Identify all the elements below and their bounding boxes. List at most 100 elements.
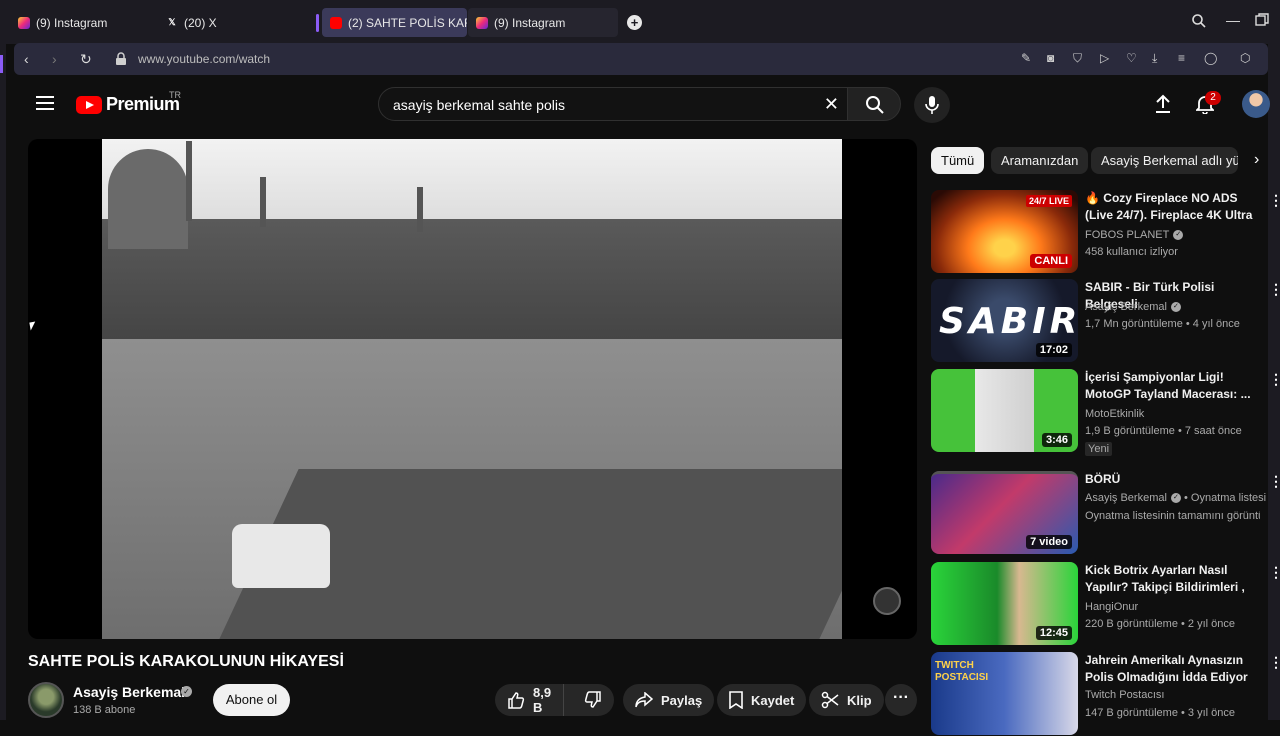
new-tab-button[interactable]: +	[627, 15, 642, 30]
chip-channel-uploads[interactable]: Asayiş Berkemal adlı yük	[1091, 147, 1238, 174]
live-badge: CANLI	[1030, 254, 1072, 268]
bookmark-icon	[729, 691, 743, 709]
clip-button[interactable]: Klip	[809, 684, 884, 716]
youtube-logo[interactable]: Premium	[76, 94, 180, 115]
tab-instagram-1[interactable]: (9) Instagram	[10, 8, 160, 37]
voice-search-button[interactable]	[914, 87, 950, 123]
channel-text: Asayiş Berkemal	[1085, 492, 1167, 504]
search-query[interactable]: asayiş berkemal sahte polis	[393, 97, 565, 113]
download-icon[interactable]: ⤓	[1152, 51, 1166, 65]
shield-icon[interactable]: ⛉	[1073, 51, 1087, 65]
channel-text: Asayiş Berkemal	[1085, 301, 1167, 313]
clear-search-icon[interactable]: ✕	[824, 94, 839, 115]
chevron-right-icon[interactable]: ›	[1254, 151, 1259, 169]
recommendation-title[interactable]: İçerisi Şampiyonlar Ligi! MotoGP Tayland…	[1085, 369, 1253, 403]
instagram-icon	[476, 16, 488, 29]
subscribe-button[interactable]: Abone ol	[213, 684, 290, 716]
video-thumbnail[interactable]: 24/7 LIVE CANLI	[931, 190, 1078, 273]
video-minaret	[186, 141, 192, 221]
search-input[interactable]: asayiş berkemal sahte polis ✕	[378, 87, 848, 121]
forward-icon[interactable]: ›	[52, 51, 57, 67]
recommendation-meta: 458 kullanıcı izliyor	[1085, 246, 1178, 258]
address-bar: ‹ › ↻ www.youtube.com/watch ✎ ◙ ⛉ ▷ ♡ ⤓ …	[14, 43, 1268, 75]
save-button[interactable]: Kaydet	[717, 684, 807, 716]
list-icon[interactable]: ≡	[1178, 51, 1192, 65]
share-icon	[635, 692, 653, 708]
dislike-button[interactable]	[572, 691, 614, 709]
tab-youtube[interactable]: (2) SAHTE POLİS KARAKOL	[322, 8, 467, 37]
browser-tab-bar: (9) Instagram 𝕏 (20) X (2) SAHTE POLİS K…	[0, 0, 1280, 44]
search-button[interactable]	[847, 87, 901, 121]
recommendation-item[interactable]: 24/7 LIVE CANLI 🔥 Cozy Fireplace NO ADS …	[931, 190, 1280, 274]
upload-icon[interactable]	[1154, 94, 1172, 114]
mouse-cursor-icon	[29, 321, 37, 331]
more-vert-icon[interactable]: ⋮	[1269, 564, 1280, 581]
user-avatar[interactable]	[1242, 90, 1270, 118]
chip-from-search[interactable]: Aramanızdan	[991, 147, 1089, 174]
channel-name[interactable]: Asayiş Berkemal	[73, 684, 185, 700]
verified-icon: ✓	[1170, 302, 1181, 313]
more-vert-icon[interactable]: ⋮	[1269, 371, 1280, 388]
recommendation-item[interactable]: 3:46 İçerisi Şampiyonlar Ligi! MotoGP Ta…	[931, 369, 1280, 456]
recommendation-title[interactable]: BÖRÜ	[1085, 471, 1253, 488]
recommendation-item[interactable]: SABIR 17:02 SABIR - Bir Türk Polisi Belg…	[931, 279, 1280, 363]
video-player[interactable]	[28, 139, 917, 639]
lock-icon[interactable]	[114, 52, 128, 66]
video-thumbnail[interactable]: TWITCH POSTACISI	[931, 652, 1078, 735]
play-icon[interactable]: ▷	[1100, 51, 1114, 65]
recommendation-title[interactable]: 🔥 Cozy Fireplace NO ADS (Live 24/7). Fir…	[1085, 190, 1253, 224]
video-title: SAHTE POLİS KARAKOLUNUN HİKAYESİ	[28, 653, 344, 670]
browser-sidebar	[0, 44, 6, 720]
chip-all[interactable]: Tümü	[931, 147, 985, 174]
tab-label: (9) Instagram	[494, 15, 566, 30]
tab-label: (20) X	[184, 15, 217, 30]
camera-icon[interactable]: ◙	[1047, 51, 1061, 65]
restore-icon[interactable]	[1255, 13, 1269, 27]
back-icon[interactable]: ‹	[24, 51, 29, 67]
tab-instagram-2[interactable]: (9) Instagram	[468, 8, 618, 37]
recommendation-meta: 147 B görüntüleme • 3 yıl önce	[1085, 707, 1235, 719]
more-vert-icon[interactable]: ⋮	[1269, 281, 1280, 298]
channel-watermark-icon[interactable]	[873, 587, 901, 615]
video-frame[interactable]	[102, 139, 842, 639]
recommendation-meta: 1,9 B görüntüleme • 7 saat önce	[1085, 425, 1242, 437]
recommendation-item[interactable]: TWITCH POSTACISI Jahrein Amerikalı Aynas…	[931, 652, 1280, 736]
video-thumbnail[interactable]: 3:46	[931, 369, 1078, 452]
playlist-label: • Oynatma listesi	[1183, 492, 1267, 504]
share-label: Paylaş	[661, 692, 703, 708]
view-playlist-link[interactable]: Oynatma listesinin tamamını görüntüle	[1085, 510, 1260, 522]
heart-icon[interactable]: ♡	[1126, 51, 1140, 65]
profile-icon[interactable]: ◯	[1204, 51, 1218, 65]
reload-icon[interactable]: ↻	[80, 51, 92, 68]
like-button[interactable]: 8,9 B	[495, 684, 565, 716]
video-thumbnail[interactable]: SABIR 17:02	[931, 279, 1078, 362]
recommendation-title[interactable]: Kick Botrix Ayarları Nasıl Yapılır? Taki…	[1085, 562, 1253, 596]
tab-x[interactable]: 𝕏 (20) X	[158, 8, 308, 37]
video-minaret	[260, 177, 266, 227]
recommendation-channel: MotoEtkinlik	[1085, 408, 1145, 420]
new-tag: Yeni	[1085, 442, 1113, 456]
more-vert-icon[interactable]: ⋮	[1269, 473, 1280, 490]
recommendation-channel: Twitch Postacısı	[1085, 689, 1165, 701]
playlist-thumbnail[interactable]: 7 video	[931, 471, 1078, 554]
share-button[interactable]: Paylaş	[623, 684, 715, 716]
minimize-icon[interactable]: —	[1226, 12, 1240, 28]
menu-icon[interactable]	[36, 96, 54, 110]
video-duration: 17:02	[1035, 343, 1072, 357]
extension-icon[interactable]: ⬡	[1240, 51, 1254, 65]
video-bus	[232, 524, 330, 588]
url-text[interactable]: www.youtube.com/watch	[138, 52, 270, 66]
x-icon: 𝕏	[168, 17, 176, 27]
more-actions-icon[interactable]: ···	[885, 684, 917, 716]
more-vert-icon[interactable]: ⋮	[1269, 192, 1280, 209]
more-vert-icon[interactable]: ⋮	[1269, 654, 1280, 671]
search-tabs-icon[interactable]	[1191, 13, 1207, 29]
recommendation-item[interactable]: 7 video BÖRÜ Asayiş Berkemal ✓ • Oynatma …	[931, 471, 1280, 555]
video-thumbnail[interactable]: 12:45	[931, 562, 1078, 645]
recommendation-channel: Asayiş Berkemal ✓	[1085, 301, 1181, 313]
playlist-count: 7 video	[1026, 535, 1072, 549]
recommendation-title[interactable]: Jahrein Amerikalı Aynasızın Polis Olmadı…	[1085, 652, 1253, 686]
edit-icon[interactable]: ✎	[1021, 51, 1035, 65]
channel-avatar[interactable]	[28, 682, 64, 718]
recommendation-item[interactable]: 12:45 Kick Botrix Ayarları Nasıl Yapılır…	[931, 562, 1280, 646]
